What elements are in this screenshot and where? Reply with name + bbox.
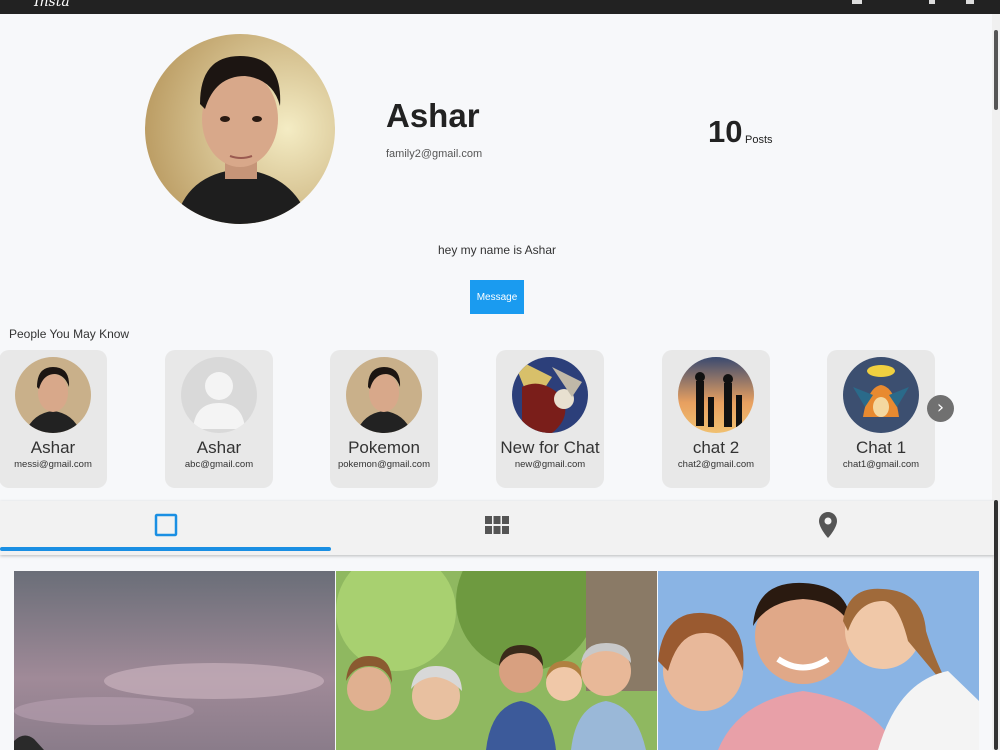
posts-label: Posts — [745, 134, 773, 146]
suggestion-email: chat1@gmail.com — [842, 459, 920, 470]
suggestion-avatar — [15, 357, 91, 433]
suggestion-avatar — [843, 357, 919, 433]
profile-avatar — [145, 34, 335, 224]
top-navbar: Insta — [0, 0, 1000, 14]
chevron-right-icon[interactable]: › — [927, 395, 954, 422]
square-icon — [154, 513, 177, 537]
suggestion-avatar — [512, 357, 588, 433]
post-photo[interactable] — [658, 571, 979, 750]
tab-location[interactable] — [662, 501, 993, 551]
app-logo[interactable]: Insta — [34, 0, 70, 10]
suggestion-email: abc@gmail.com — [184, 459, 254, 470]
suggestion-name: Pokemon — [348, 438, 420, 457]
active-tab-indicator — [0, 547, 331, 551]
location-pin-icon — [818, 512, 837, 538]
profile-tabbar — [0, 501, 994, 555]
message-button[interactable]: Message — [470, 280, 524, 314]
suggestion-email: new@gmail.com — [514, 459, 586, 470]
suggestion-name: Ashar — [30, 438, 76, 457]
tab-posts[interactable] — [0, 501, 331, 551]
suggestion-name: Ashar — [196, 438, 242, 457]
suggestion-email: chat2@gmail.com — [677, 459, 755, 470]
post-photo[interactable] — [14, 571, 335, 750]
default-avatar-icon — [181, 357, 257, 433]
post-photo[interactable] — [336, 571, 657, 750]
profile-name: Ashar — [386, 97, 480, 134]
profile-bio: hey my name is Ashar — [437, 243, 557, 257]
profile-email: family2@gmail.com — [386, 148, 483, 160]
heart-icon[interactable] — [929, 0, 935, 4]
chat-icon[interactable] — [852, 0, 862, 4]
suggestion-card[interactable]: Ashar abc@gmail.com — [165, 350, 273, 488]
suggestion-avatar — [678, 357, 754, 433]
suggestion-email: messi@gmail.com — [14, 459, 92, 470]
suggestion-name: Chat 1 — [855, 438, 907, 457]
suggestion-card[interactable]: Chat 1 chat1@gmail.com — [827, 350, 935, 488]
page-scrollbar[interactable] — [992, 14, 1000, 750]
people-you-may-know-title: People You May Know — [9, 327, 130, 341]
user-icon[interactable] — [966, 0, 974, 4]
suggestion-email: pokemon@gmail.com — [337, 459, 430, 470]
suggestion-name: chat 2 — [692, 438, 740, 457]
suggestion-card[interactable]: Ashar messi@gmail.com — [0, 350, 107, 488]
suggestion-card[interactable]: New for Chat new@gmail.com — [496, 350, 604, 488]
suggestion-name: New for Chat — [500, 438, 600, 457]
suggestion-card[interactable]: chat 2 chat2@gmail.com — [662, 350, 770, 488]
scrollbar-thumb[interactable] — [994, 30, 998, 110]
suggestion-card[interactable]: Pokemon pokemon@gmail.com — [330, 350, 438, 488]
inner-scrollbar-thumb[interactable] — [994, 500, 998, 750]
tab-grid[interactable] — [331, 501, 662, 551]
posts-count: 10 — [708, 114, 743, 149]
grid-icon — [484, 516, 509, 534]
suggestion-avatar — [346, 357, 422, 433]
